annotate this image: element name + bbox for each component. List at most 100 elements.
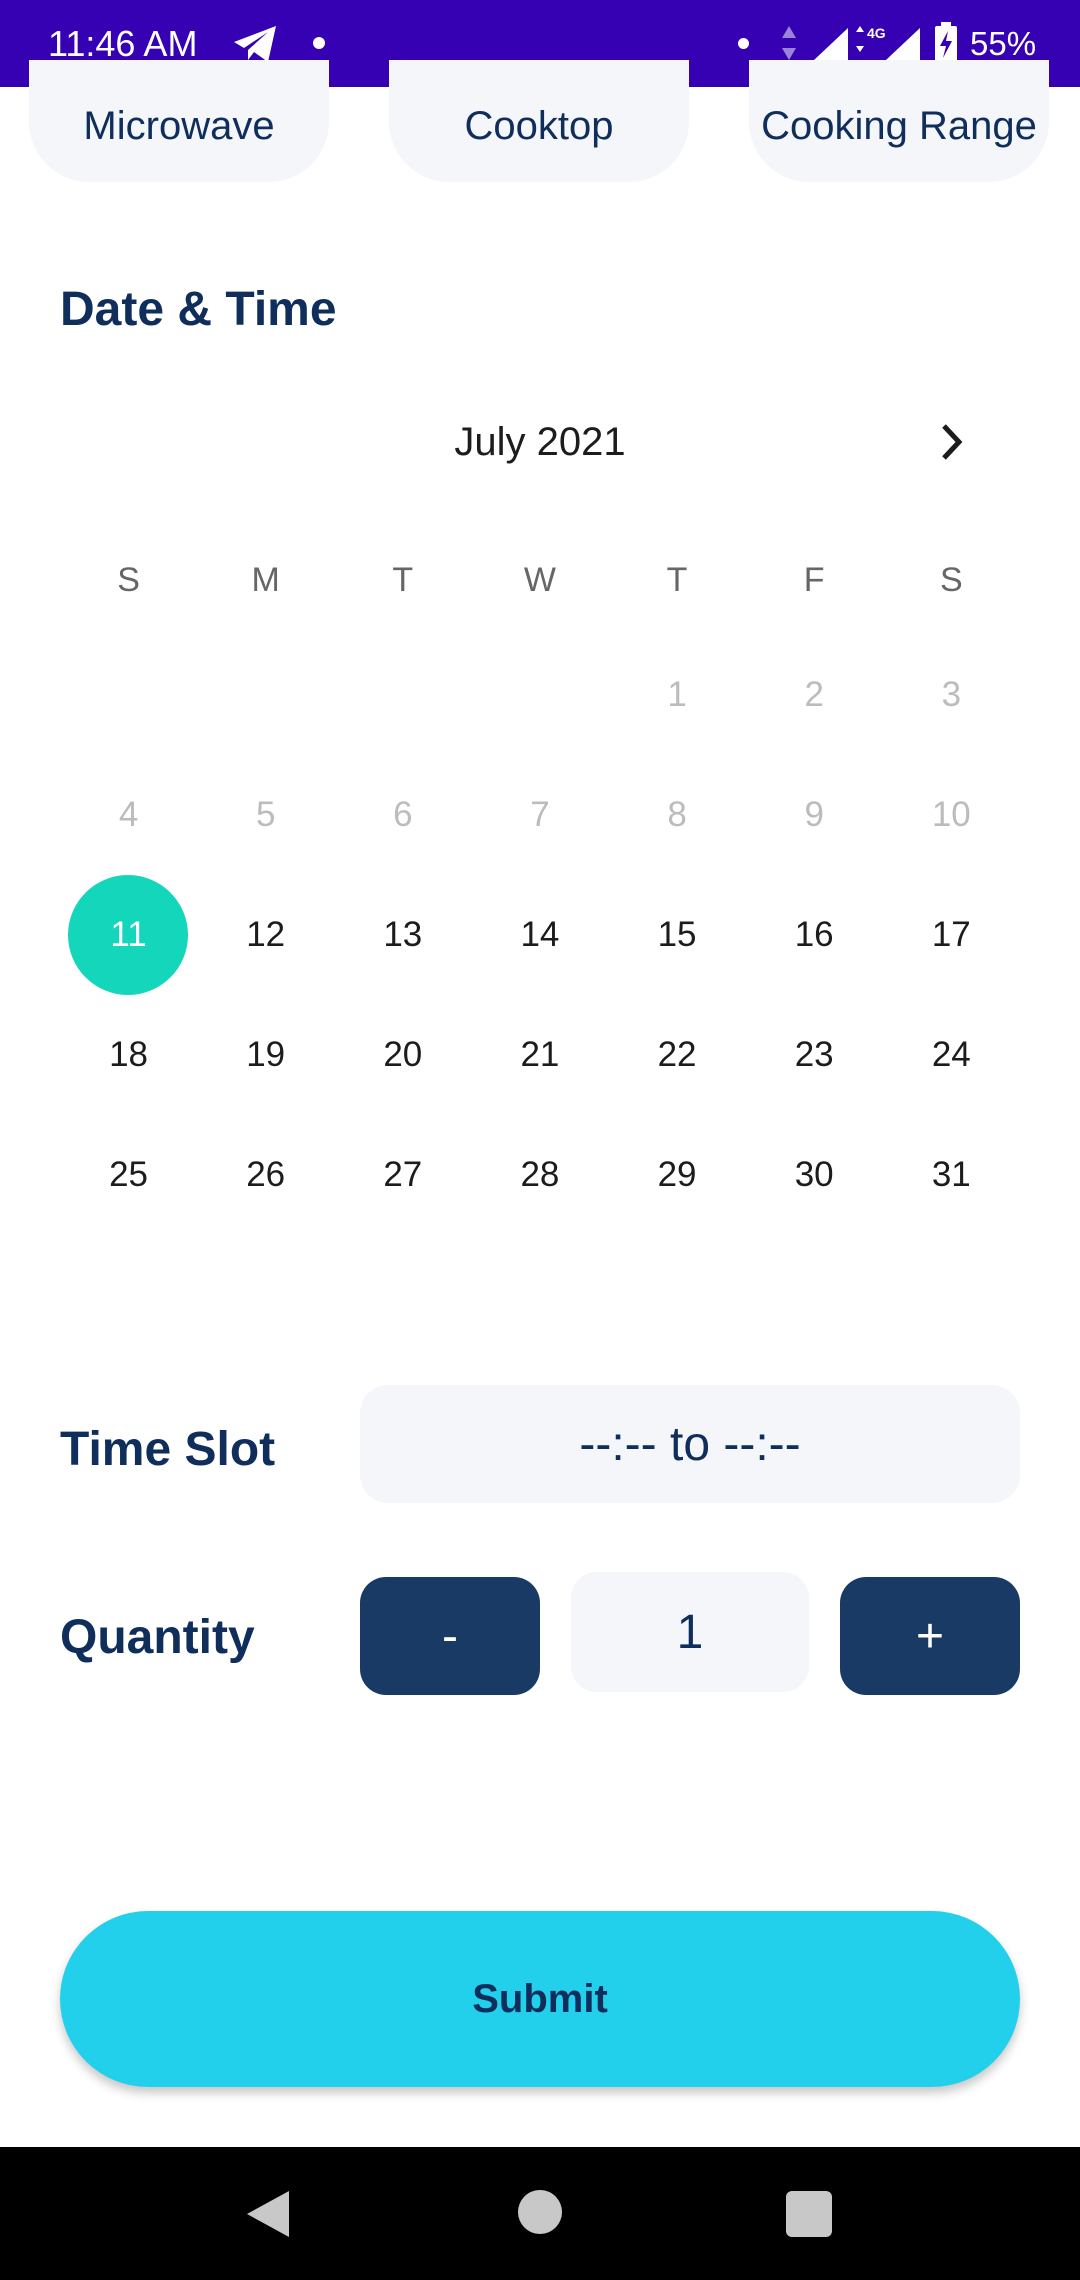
- calendar-weekday-header: S M T W T F S: [60, 558, 1020, 602]
- recents-icon[interactable]: [786, 2191, 832, 2237]
- calendar-day[interactable]: 25: [60, 1130, 197, 1220]
- category-chip-cooktop[interactable]: Cooktop: [389, 60, 689, 182]
- calendar-day-label: 31: [931, 1155, 971, 1194]
- calendar-day-label: 19: [246, 1035, 286, 1074]
- calendar-day-label: 23: [794, 1035, 834, 1074]
- quantity-increment-button[interactable]: +: [840, 1577, 1020, 1695]
- calendar-day-label: 10: [931, 795, 971, 834]
- calendar-day[interactable]: 26: [197, 1130, 334, 1220]
- calendar-day[interactable]: 18: [60, 1010, 197, 1100]
- calendar-day-empty: [471, 650, 608, 740]
- calendar-day-label: 18: [109, 1035, 149, 1074]
- calendar-day[interactable]: 28: [471, 1130, 608, 1220]
- calendar-day-label: 7: [530, 795, 550, 834]
- calendar-day[interactable]: 30: [746, 1130, 883, 1220]
- submit-button[interactable]: Submit: [60, 1911, 1020, 2087]
- signal-strength-icon: [886, 28, 920, 60]
- calendar-day[interactable]: 12: [197, 890, 334, 980]
- calendar-month-label: July 2021: [454, 420, 626, 464]
- weekday-label: W: [523, 561, 556, 599]
- calendar-day-label: 4: [118, 795, 139, 834]
- calendar-day-label: 25: [109, 1155, 149, 1194]
- notification-dot-icon: [738, 38, 749, 49]
- telegram-icon: [234, 26, 276, 62]
- calendar-day: 8: [609, 770, 746, 860]
- calendar-day: 5: [197, 770, 334, 860]
- navigation-bar: [0, 2147, 1080, 2280]
- calendar-day-label: 27: [383, 1155, 423, 1194]
- calendar-day: 7: [471, 770, 608, 860]
- calendar-day-label: 6: [393, 795, 413, 834]
- quantity-decrement-button[interactable]: -: [360, 1577, 540, 1695]
- calendar-week-row: 11 12 13 14 15 16 17: [60, 875, 1020, 995]
- calendar-week-row: 1 2 3: [60, 650, 1020, 740]
- calendar-day[interactable]: 24: [883, 1010, 1020, 1100]
- calendar-day-label: 14: [520, 915, 560, 954]
- calendar-day-label: 30: [794, 1155, 834, 1194]
- calendar-day-label: 11: [110, 915, 147, 954]
- calendar-day[interactable]: 19: [197, 1010, 334, 1100]
- weekday-label: S: [117, 561, 140, 599]
- calendar-day-label: 13: [383, 915, 423, 954]
- next-month-button[interactable]: [930, 418, 974, 466]
- calendar-day: 1: [609, 650, 746, 740]
- calendar-day[interactable]: 15: [609, 890, 746, 980]
- calendar-day[interactable]: 23: [746, 1010, 883, 1100]
- calendar-day: 3: [883, 650, 1020, 740]
- calendar-day[interactable]: 27: [334, 1130, 471, 1220]
- calendar-day-label: 9: [804, 795, 824, 834]
- weekday-label: T: [666, 561, 688, 599]
- weekday-label: F: [803, 561, 825, 599]
- calendar-day: 4: [60, 770, 197, 860]
- calendar-week-row: 18 19 20 21 22 23 24: [60, 1010, 1020, 1100]
- home-icon[interactable]: [518, 2190, 562, 2234]
- calendar-day[interactable]: 22: [609, 1010, 746, 1100]
- calendar-day[interactable]: 13: [334, 890, 471, 980]
- calendar-day[interactable]: 21: [471, 1010, 608, 1100]
- calendar-day[interactable]: 16: [746, 890, 883, 980]
- time-slot-picker[interactable]: --:-- to --:--: [360, 1385, 1020, 1503]
- calendar-day-label: 8: [667, 795, 687, 834]
- calendar-day: 6: [334, 770, 471, 860]
- category-chip-cooking-range[interactable]: Cooking Range: [749, 60, 1049, 182]
- calendar-day-label: 1: [667, 675, 687, 714]
- calendar-day-label: 12: [246, 915, 286, 954]
- svg-text:4G: 4G: [867, 25, 886, 41]
- calendar-day-empty: [197, 650, 334, 740]
- calendar-day-label: 5: [255, 795, 276, 834]
- calendar-day-empty: [334, 650, 471, 740]
- calendar-day-selected[interactable]: 11: [60, 875, 197, 995]
- chevron-right-icon: [942, 424, 963, 460]
- calendar-day[interactable]: 31: [883, 1130, 1020, 1220]
- back-icon[interactable]: [245, 2189, 291, 2239]
- category-chip-microwave[interactable]: Microwave: [29, 60, 329, 182]
- calendar-day-label: 28: [520, 1155, 560, 1194]
- calendar-day-label: 17: [931, 915, 971, 954]
- calendar-day[interactable]: 20: [334, 1010, 471, 1100]
- calendar-day[interactable]: 17: [883, 890, 1020, 980]
- weekday-label: M: [251, 561, 280, 599]
- calendar-day-label: 15: [657, 915, 697, 954]
- calendar-day-label: 26: [246, 1155, 286, 1194]
- data-activity-icon: [782, 26, 796, 60]
- weekday-label: S: [939, 561, 963, 599]
- calendar-day-label: 16: [794, 915, 834, 954]
- calendar-day-empty: [60, 650, 197, 740]
- calendar-day-label: 20: [383, 1035, 423, 1074]
- calendar-day-label: 3: [941, 675, 962, 714]
- quantity-label: Quantity: [60, 1611, 255, 1664]
- calendar-week-row: 25 26 27 28 29 30 31: [60, 1130, 1020, 1220]
- calendar-day-label: 22: [657, 1035, 697, 1074]
- calendar-day-label: 24: [931, 1035, 971, 1074]
- calendar-day: 2: [746, 650, 883, 740]
- calendar-day: 10: [883, 770, 1020, 860]
- weekday-label: T: [392, 561, 414, 599]
- calendar-day[interactable]: 29: [609, 1130, 746, 1220]
- quantity-value: 1: [571, 1572, 809, 1692]
- calendar-day-label: 29: [657, 1155, 697, 1194]
- date-time-heading: Date & Time: [60, 283, 337, 336]
- time-slot-label: Time Slot: [60, 1423, 276, 1476]
- calendar-day[interactable]: 14: [471, 890, 608, 980]
- signal-strength-icon: [814, 28, 848, 60]
- calendar-day: 9: [746, 770, 883, 860]
